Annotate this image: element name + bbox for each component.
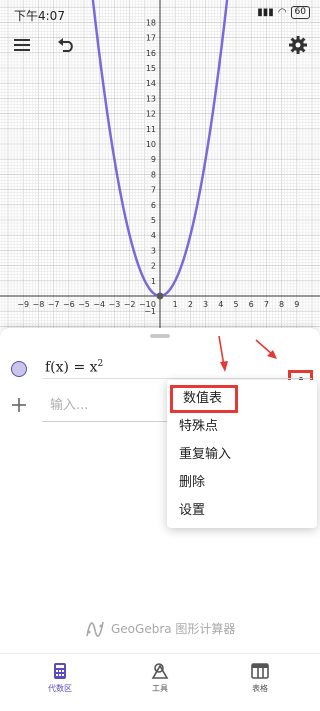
tab-table[interactable]: 表格 [220, 662, 300, 694]
gear-icon [289, 36, 307, 54]
x-tick-label: 2 [188, 300, 193, 309]
geogebra-graphing-logo-icon [86, 621, 104, 637]
tab-tools-label: 工具 [152, 684, 168, 693]
y-tick-label: 1 [151, 277, 156, 286]
x-tick-label: 1 [173, 300, 178, 309]
tab-algebra-label: 代数区 [48, 684, 72, 693]
menu-item-special-points[interactable]: 特殊点 [167, 413, 317, 441]
annotation-arrow-down [218, 335, 228, 372]
panel-drag-handle[interactable] [150, 334, 170, 338]
signal-icon: ▮▮▮ [257, 7, 274, 18]
graph-canvas[interactable]: −9 −8 −7 −6 −5 −4 −3 −2 −1 1 2 3 4 5 6 7 8 91817161514131… [0, 0, 320, 328]
menu-item-duplicate[interactable]: 重复输入 [167, 441, 317, 469]
tab-table-label: 表格 [252, 684, 268, 693]
y-tick-label: 4 [151, 231, 156, 240]
y-tick-label: 11 [146, 125, 156, 134]
x-tick-label: −6 [63, 300, 75, 309]
brand: GeoGebra 图形计算器 [85, 618, 235, 638]
x-tick-label: 9 [294, 300, 299, 309]
y-tick-label: 7 [151, 186, 156, 195]
y-tick-label: 16 [146, 49, 156, 58]
x-tick-label: −4 [93, 300, 105, 309]
settings-button[interactable] [284, 31, 312, 59]
tools-icon [151, 663, 169, 679]
y-tick-label: 9 [151, 155, 156, 164]
x-tick-label: 7 [264, 300, 269, 309]
tab-tools[interactable]: 工具 [120, 662, 200, 694]
menu-item-delete[interactable]: 删除 [167, 469, 317, 497]
visibility-toggle[interactable] [11, 361, 27, 377]
y-tick-label: 12 [146, 110, 156, 119]
x-tick-label: 8 [279, 300, 284, 309]
tab-algebra[interactable]: 代数区 [20, 662, 100, 694]
y-tick-label: 10 [146, 140, 156, 149]
origin-label: 0 [151, 300, 156, 309]
expression-text[interactable]: f(x) = x2 [45, 359, 103, 376]
y-tick-label: 5 [151, 216, 156, 225]
y-tick-label: 17 [146, 34, 156, 43]
y-tick-label: 13 [146, 94, 156, 103]
context-menu: 数值表 特殊点 重复输入 删除 设置 [167, 380, 317, 528]
y-tick-label: 2 [151, 262, 156, 271]
x-tick-label: 3 [203, 300, 208, 309]
expression-exponent: 2 [97, 359, 104, 369]
plus-icon[interactable] [10, 396, 28, 414]
divider [42, 378, 312, 379]
x-tick-label: −7 [48, 300, 60, 309]
status-bar: 下午4:07 ▮▮▮ ◠ 60 [0, 0, 320, 28]
x-tick-label: 6 [249, 300, 254, 309]
brand-name: GeoGebra 图形计算器 [111, 621, 236, 636]
calculator-icon [54, 663, 66, 679]
x-tick-label: −9 [17, 300, 29, 309]
y-tick-label: 3 [151, 246, 156, 255]
undo-icon [58, 38, 73, 52]
status-time: 下午4:07 [14, 9, 65, 23]
bottom-navigation: 代数区 工具 表格 [0, 653, 320, 711]
wifi-icon: ◠ [277, 7, 287, 18]
vertex-point [156, 292, 164, 300]
x-tick-label: 4 [218, 300, 223, 309]
x-tick-label: −5 [78, 300, 90, 309]
y-tick-label: 6 [151, 201, 156, 210]
expression-lhs: f(x) = x [45, 359, 98, 376]
status-icons: ▮▮▮ ◠ 60 [257, 6, 310, 19]
table-icon [251, 663, 269, 679]
x-tick-label: 5 [233, 300, 238, 309]
hamburger-icon [14, 39, 30, 51]
undo-button[interactable] [52, 31, 80, 59]
y-tick-label: 8 [151, 170, 156, 179]
menu-item-settings[interactable]: 设置 [167, 497, 317, 525]
y-tick-label: 14 [146, 79, 156, 88]
x-tick-label: −3 [109, 300, 121, 309]
battery-icon: 60 [290, 6, 310, 19]
menu-button[interactable] [8, 31, 36, 59]
x-tick-label: −8 [33, 300, 45, 309]
x-tick-label: −2 [124, 300, 136, 309]
annotation-arrow-diagonal [255, 339, 277, 359]
y-tick-label: 15 [146, 64, 156, 73]
graph-view[interactable]: −9 −8 −7 −6 −5 −4 −3 −2 −1 1 2 3 4 5 6 7 8 9 18 17 16 15 14 13 1… [0, 0, 320, 328]
menu-item-table-of-values[interactable]: 数值表 [170, 385, 238, 413]
